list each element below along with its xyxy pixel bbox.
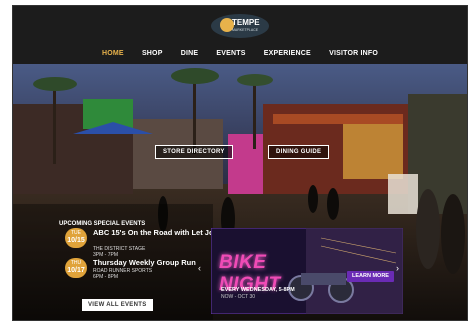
nav-shop[interactable]: SHOP — [142, 50, 163, 57]
carousel-next-icon[interactable]: › — [396, 263, 399, 273]
event-item[interactable]: THU 10/17 Thursday Weekly Group Run ROAD… — [65, 258, 235, 280]
learn-more-button[interactable]: LEARN MORE — [347, 271, 394, 282]
event-weekday: TUE — [71, 230, 81, 236]
dining-guide-button[interactable]: DINING GUIDE — [268, 145, 330, 159]
event-time: 6PM - 8PM — [93, 274, 119, 280]
browser-frame: TEMPE MARKETPLACE HOME SHOP DINE EVENTS … — [13, 6, 467, 320]
event-date-badge: TUE 10/15 — [65, 228, 87, 248]
tempe-marketplace-logo[interactable]: TEMPE MARKETPLACE — [210, 13, 270, 39]
nav-visitor-info[interactable]: VISITOR INFO — [329, 50, 378, 57]
upcoming-events-heading: UPCOMING SPECIAL EVENTS — [59, 221, 146, 227]
event-weekday: THU — [70, 260, 82, 266]
nav-dine[interactable]: DINE — [181, 50, 199, 57]
event-item[interactable]: TUE 10/15 ABC 15's On the Road with Let … — [65, 228, 240, 258]
store-directory-button[interactable]: STORE DIRECTORY — [155, 145, 233, 159]
event-date: 10/15 — [67, 237, 85, 244]
logo-word-tempe: TEMPE — [232, 18, 260, 27]
event-date-badge: THU 10/17 — [65, 258, 87, 278]
nav-events[interactable]: EVENTS — [216, 50, 245, 57]
carousel-prev-icon[interactable]: ‹ — [198, 263, 201, 273]
nav-home[interactable]: HOME — [102, 50, 124, 57]
bike-night-schedule: EVERY WEDNESDAY, 5-8PM — [221, 287, 295, 293]
nav-experience[interactable]: EXPERIENCE — [264, 50, 311, 57]
view-all-events-button[interactable]: VIEW ALL EVENTS — [82, 299, 153, 311]
logo-word-marketplace: MARKETPLACE — [232, 28, 259, 32]
site-header: TEMPE MARKETPLACE HOME SHOP DINE EVENTS … — [13, 6, 467, 64]
bike-night-line1: BIKE — [219, 252, 267, 273]
event-date: 10/17 — [67, 267, 85, 274]
bike-night-dates: NOW - OCT 30 — [221, 294, 256, 300]
main-nav: HOME SHOP DINE EVENTS EXPERIENCE VISITOR… — [13, 50, 467, 57]
